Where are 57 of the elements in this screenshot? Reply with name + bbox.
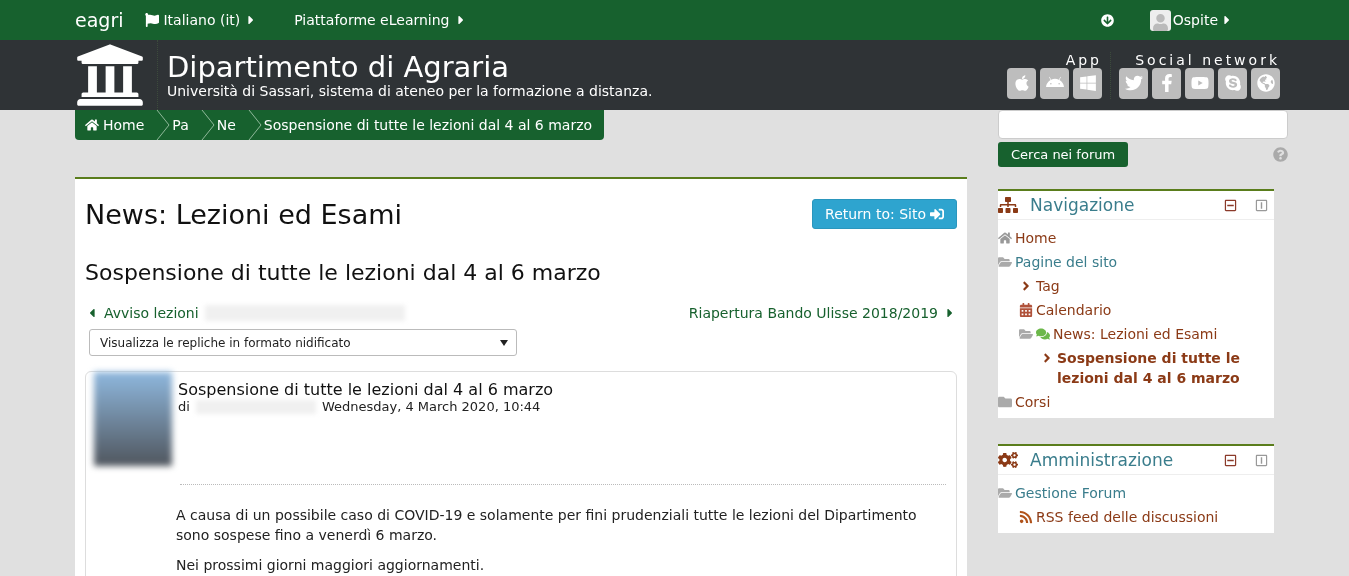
search-button[interactable]: Cerca nei forum (998, 142, 1129, 167)
nav-item[interactable]: Corsi (1015, 392, 1051, 412)
home-icon (85, 118, 99, 132)
breadcrumb-link[interactable]: Sospensione di tutte le lezioni dal 4 al 6 marzo (261, 110, 605, 140)
skype-icon[interactable] (1218, 67, 1247, 99)
nav-item[interactable]: Pagine del sito (1015, 252, 1118, 272)
gears-icon (998, 450, 1018, 470)
block-title: Amministrazione (1030, 450, 1175, 470)
page-heading: News: Lezioni ed Esami (85, 199, 402, 230)
nav-item[interactable]: RSS feed delle discussioni (1036, 507, 1219, 527)
flag-icon (145, 13, 160, 27)
collapse-icon[interactable] (1224, 453, 1237, 467)
group-label: App (1065, 51, 1102, 68)
post-subject: Sospensione di tutte le lezioni dal 4 al 6 marzo (178, 380, 554, 399)
download-icon[interactable] (1100, 13, 1114, 27)
nav-item[interactable]: Gestione Forum (1015, 483, 1127, 503)
globe-icon[interactable] (1251, 67, 1280, 99)
android-icon[interactable] (1040, 67, 1069, 99)
previous-link[interactable]: Avviso lezioni (85, 305, 199, 321)
group-label: Social network (1135, 51, 1280, 68)
apple-icon[interactable] (1007, 67, 1036, 99)
brand-link[interactable]: eagri (75, 9, 124, 31)
menu-link[interactable]: Italiano (it) (145, 12, 259, 28)
sitemap-icon (998, 195, 1018, 215)
nav-item[interactable]: Sospensione di tutte le lezioni dal 4 al 6 marzo (1057, 348, 1274, 388)
search-field[interactable] (998, 110, 1288, 139)
site-title: Dipartimento di Agraria (167, 51, 511, 83)
post-paragraph: Nei prossimi giorni maggiori aggiornamenti. (176, 556, 486, 575)
next-link[interactable]: Riapertura Bando Ulisse 2018/2019 (688, 305, 957, 321)
discussion-title: Sospensione di tutte le lezioni dal 4 al 6 marzo (85, 260, 602, 285)
youtube-icon[interactable] (1185, 67, 1214, 99)
facebook-icon[interactable] (1152, 67, 1181, 99)
site-subtitle: Università di Sassari, sistema di ateneo per la formazione a distanza. (167, 83, 653, 99)
windows-icon[interactable] (1073, 67, 1102, 99)
dropdown-caret-icon (500, 339, 508, 346)
nav-item[interactable]: News: Lezioni ed Esami (1053, 324, 1218, 344)
post-paragraph: A causa di un possibile caso di COVID-19 e solamente per fini prudenziali tutte le lezioni del Dipartimento sono sospese fino a venerdì 6 marzo. (176, 506, 918, 545)
separator-icon (247, 110, 262, 140)
breadcrumb-link[interactable]: Ne (214, 110, 248, 140)
collapse-icon[interactable] (1224, 198, 1237, 212)
nav-item[interactable]: Home (1015, 228, 1057, 248)
sign-in-icon (930, 207, 944, 221)
separator-icon (156, 110, 171, 140)
post-date: Wednesday, 4 March 2020, 10:44 (321, 399, 541, 414)
nav-item[interactable]: Tag (1036, 276, 1060, 296)
calendar-icon (1019, 300, 1033, 317)
menu-link[interactable]: Piattaforme eLearning (294, 12, 468, 28)
display-mode-select[interactable]: Visualizza le repliche in formato nidificato (89, 329, 517, 356)
twitter-icon[interactable] (1119, 67, 1148, 99)
breadcrumb-link[interactable]: Pa (170, 110, 201, 140)
author-label: di (178, 399, 190, 414)
nav-item[interactable]: Calendario (1036, 300, 1112, 320)
avatar-icon (1149, 9, 1171, 31)
user-menu[interactable]: Ospite (1149, 9, 1234, 31)
breadcrumb-link[interactable]: Home (75, 110, 157, 140)
separator-icon (200, 110, 215, 140)
block-title: Navigazione (1030, 195, 1136, 215)
